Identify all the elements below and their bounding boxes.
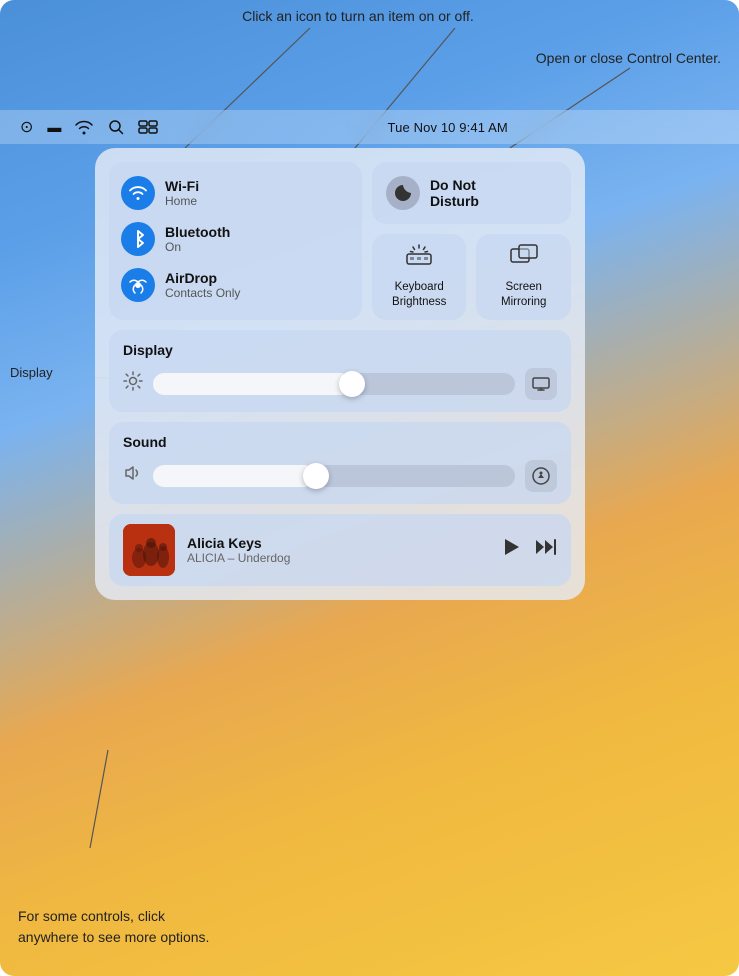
screen-mirroring-tile[interactable]: Screen Mirroring [476, 234, 571, 320]
dnd-title: Do Not Disturb [430, 177, 479, 209]
display-label: Display [123, 342, 557, 358]
album-art [123, 524, 175, 576]
screen-mirroring-icon [510, 244, 538, 272]
playback-controls [503, 537, 557, 562]
album-art-image [123, 524, 175, 576]
wifi-item[interactable]: Wi-Fi Home [121, 176, 350, 210]
annotation-top-right: Open or close Control Center. [536, 50, 721, 66]
small-tiles: Keyboard Brightness Screen Mirroring [372, 234, 571, 320]
track-artist: ALICIA – Underdog [187, 551, 491, 565]
wifi-text: Wi-Fi Home [165, 178, 199, 208]
keyboard-brightness-label: Keyboard Brightness [380, 280, 459, 310]
display-slider-row [123, 368, 557, 400]
wifi-icon[interactable] [74, 119, 94, 135]
control-center-panel: Wi-Fi Home Bluetooth On [95, 148, 585, 600]
track-info: Alicia Keys ALICIA – Underdog [187, 535, 491, 565]
sound-slider-row [123, 460, 557, 492]
search-icon[interactable] [108, 119, 124, 135]
bluetooth-toggle-icon[interactable] [121, 222, 155, 256]
battery-icon[interactable]: ▬ [47, 119, 60, 135]
annotation-display: Display [10, 365, 53, 380]
airdrop-text: AirDrop Contacts Only [165, 270, 240, 300]
dnd-text: Do Not Disturb [430, 177, 479, 209]
wifi-toggle-icon[interactable] [121, 176, 155, 210]
airdrop-title: AirDrop [165, 270, 240, 286]
menubar: ⊙ ▬ Tue Nov 10 9: [0, 110, 739, 144]
skip-forward-button[interactable] [535, 538, 557, 561]
now-playing-section: Alicia Keys ALICIA – Underdog [109, 514, 571, 586]
airdrop-subtitle: Contacts Only [165, 286, 240, 300]
play-button[interactable] [503, 537, 521, 562]
now-playing-icon[interactable]: ⊙ [20, 117, 33, 137]
airdrop-item[interactable]: AirDrop Contacts Only [121, 268, 350, 302]
screen-mirroring-label: Screen Mirroring [484, 280, 563, 310]
sound-volume-icon [123, 463, 143, 488]
right-tiles: Do Not Disturb [372, 162, 571, 320]
sound-slider[interactable] [153, 465, 515, 487]
dnd-icon[interactable] [386, 176, 420, 210]
wifi-subtitle: Home [165, 194, 199, 208]
display-slider[interactable] [153, 373, 515, 395]
airdrop-toggle-icon[interactable] [121, 268, 155, 302]
bluetooth-subtitle: On [165, 240, 230, 254]
keyboard-brightness-tile[interactable]: Keyboard Brightness [372, 234, 467, 320]
track-name: Alicia Keys [187, 535, 491, 551]
connectivity-card[interactable]: Wi-Fi Home Bluetooth On [109, 162, 362, 320]
sound-section: Sound [109, 422, 571, 504]
annotation-top-center: Click an icon to turn an item on or off. [242, 8, 474, 24]
display-brightness-icon [123, 371, 143, 396]
wifi-title: Wi-Fi [165, 178, 199, 194]
display-end-icon[interactable] [525, 368, 557, 400]
airplay-icon[interactable] [525, 460, 557, 492]
top-row: Wi-Fi Home Bluetooth On [109, 162, 571, 320]
menubar-datetime: Tue Nov 10 9:41 AM [176, 120, 719, 135]
dnd-tile[interactable]: Do Not Disturb [372, 162, 571, 224]
annotation-bottom-left: For some controls, click anywhere to see… [18, 906, 209, 948]
bluetooth-item[interactable]: Bluetooth On [121, 222, 350, 256]
bluetooth-title: Bluetooth [165, 224, 230, 240]
menubar-left-icons: ⊙ ▬ [20, 117, 158, 137]
bluetooth-text: Bluetooth On [165, 224, 230, 254]
display-section: Display [109, 330, 571, 412]
sound-label: Sound [123, 434, 557, 450]
keyboard-brightness-icon [405, 244, 433, 272]
control-center-icon[interactable] [138, 119, 158, 135]
